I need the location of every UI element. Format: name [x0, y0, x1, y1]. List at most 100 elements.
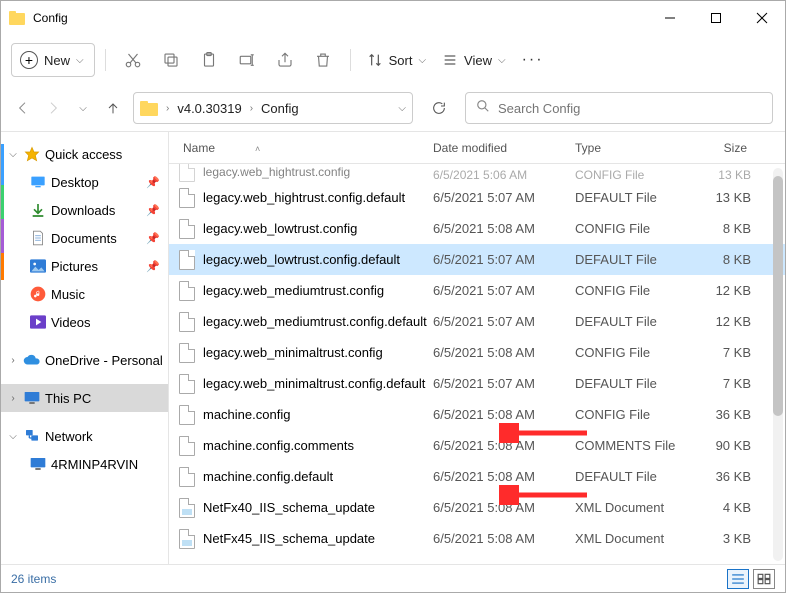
sidebar-network[interactable]: ⌵ Network	[1, 422, 168, 450]
file-size: 13 KB	[697, 190, 751, 205]
file-row[interactable]: legacy.web_hightrust.config.default6/5/2…	[169, 182, 785, 213]
desktop-icon	[29, 173, 47, 191]
sidebar-quick-access[interactable]: ⌵ Quick access	[1, 140, 168, 168]
col-size[interactable]: Size	[697, 141, 763, 155]
sidebar-this-pc[interactable]: › This PC	[1, 384, 168, 412]
sidebar-item-label: Network	[45, 429, 93, 444]
copy-button[interactable]	[154, 43, 188, 77]
file-icon	[179, 250, 195, 270]
file-row[interactable]: legacy.web_minimaltrust.config 6/5/2021 5…	[169, 337, 785, 368]
file-name: machine.config.comments	[203, 438, 354, 453]
chevron-right-icon: ›	[250, 103, 253, 114]
file-row[interactable]: legacy.web_mediumtrust.config6/5/2021 5:…	[169, 275, 785, 306]
file-name: legacy.web_minimaltrust.config	[203, 345, 383, 360]
file-list[interactable]: legacy.web_hightrust.config6/5/2021 5:06…	[169, 164, 785, 565]
file-icon	[179, 467, 195, 487]
videos-icon	[29, 313, 47, 331]
breadcrumb[interactable]: v4.0.30319	[177, 101, 241, 116]
file-name: legacy.web_mediumtrust.config	[203, 283, 384, 298]
file-row[interactable]: machine.config.default6/5/2021 5:08 AMDE…	[169, 461, 785, 492]
sidebar-item-desktop[interactable]: Desktop 📌	[1, 168, 168, 196]
music-icon	[29, 285, 47, 303]
cut-button[interactable]	[116, 43, 150, 77]
file-row[interactable]: legacy.web_hightrust.config6/5/2021 5:06…	[169, 164, 785, 182]
paste-button[interactable]	[192, 43, 226, 77]
file-name: legacy.web_lowtrust.config.default	[203, 252, 400, 267]
chevron-down-icon[interactable]: ⌵	[398, 103, 406, 114]
file-row[interactable]: legacy.web_minimaltrust.config.default6/…	[169, 368, 785, 399]
file-row[interactable]: legacy.web_mediumtrust.config.default6/5…	[169, 306, 785, 337]
file-row[interactable]: legacy.web_lowtrust.config.default6/5/20…	[169, 244, 785, 275]
sidebar-item-downloads[interactable]: Downloads 📌	[1, 196, 168, 224]
sidebar-network-computer[interactable]: 4RMINP4RVIN	[1, 450, 168, 478]
item-count: 26 items	[11, 572, 56, 586]
file-size: 12 KB	[697, 314, 751, 329]
chevron-down-icon: ⌵	[498, 55, 506, 66]
file-icon	[179, 164, 195, 182]
file-row[interactable]: legacy.web_lowtrust.config6/5/2021 5:08 …	[169, 213, 785, 244]
col-type[interactable]: Type	[575, 141, 697, 155]
minimize-button[interactable]	[647, 1, 693, 35]
file-row[interactable]: NetFx45_IIS_schema_update 6/5/2021 5:08 A…	[169, 523, 785, 554]
refresh-button[interactable]	[423, 92, 455, 124]
file-type: DEFAULT File	[575, 314, 697, 329]
rename-button[interactable]	[230, 43, 264, 77]
sidebar-item-label: Downloads	[51, 203, 115, 218]
search-box[interactable]	[465, 92, 773, 124]
back-button[interactable]	[13, 94, 33, 122]
thumbnails-view-button[interactable]	[753, 569, 775, 589]
sort-button[interactable]: Sort ⌵	[361, 43, 432, 77]
scroll-thumb[interactable]	[773, 176, 783, 416]
sidebar-item-pictures[interactable]: Pictures 📌	[1, 252, 168, 280]
document-icon	[29, 229, 47, 247]
sidebar-onedrive[interactable]: › OneDrive - Personal	[1, 346, 168, 374]
view-button[interactable]: View ⌵	[436, 43, 512, 77]
more-button[interactable]: ···	[516, 43, 550, 77]
file-type: CONFIG File	[575, 283, 697, 298]
pin-icon: 📌	[146, 204, 160, 217]
file-icon	[179, 436, 195, 456]
recent-button[interactable]: ⌵	[73, 94, 93, 122]
pictures-icon	[29, 257, 47, 275]
sidebar-item-documents[interactable]: Documents 📌	[1, 224, 168, 252]
file-size: 7 KB	[697, 345, 751, 360]
new-button[interactable]: + New ⌵	[11, 43, 95, 77]
file-date: 6/5/2021 5:06 AM	[433, 168, 575, 182]
forward-button[interactable]	[43, 94, 63, 122]
scrollbar[interactable]	[773, 168, 783, 561]
search-input[interactable]	[498, 101, 762, 116]
search-icon	[476, 99, 490, 118]
file-date: 6/5/2021 5:08 AM	[433, 531, 575, 546]
sort-label: Sort	[389, 53, 413, 68]
close-button[interactable]	[739, 1, 785, 35]
file-date: 6/5/2021 5:08 AM	[433, 500, 575, 515]
file-row[interactable]: machine.config6/5/2021 5:08 AMCONFIG Fil…	[169, 399, 785, 430]
pc-icon	[23, 389, 41, 407]
file-size: 13 KB	[697, 168, 751, 182]
file-icon	[179, 498, 195, 518]
file-name: NetFx45_IIS_schema_update	[203, 531, 375, 546]
sidebar-item-videos[interactable]: Videos	[1, 308, 168, 336]
file-row[interactable]: NetFx40_IIS_schema_update6/5/2021 5:08 A…	[169, 492, 785, 523]
sidebar-item-music[interactable]: Music	[1, 280, 168, 308]
file-date: 6/5/2021 5:08 AM	[433, 345, 575, 360]
col-name[interactable]: Name˄	[183, 141, 433, 155]
file-type: DEFAULT File	[575, 252, 697, 267]
details-view-button[interactable]	[727, 569, 749, 589]
toolbar: + New ⌵ Sort ⌵ View ⌵ ···	[1, 35, 785, 85]
col-date[interactable]: Date modified	[433, 141, 575, 155]
address-bar[interactable]: › v4.0.30319 › Config ⌵	[133, 92, 413, 124]
file-name: legacy.web_hightrust.config.default	[203, 190, 405, 205]
breadcrumb[interactable]: Config	[261, 101, 299, 116]
sidebar-item-label: This PC	[45, 391, 91, 406]
maximize-button[interactable]	[693, 1, 739, 35]
file-icon	[179, 374, 195, 394]
address-row: ⌵ › v4.0.30319 › Config ⌵	[1, 85, 785, 131]
file-row[interactable]: machine.config.comments6/5/2021 5:08 AMC…	[169, 430, 785, 461]
up-button[interactable]	[103, 94, 123, 122]
file-type: XML Document	[575, 500, 697, 515]
pc-icon	[29, 455, 47, 473]
delete-button[interactable]	[306, 43, 340, 77]
file-size: 12 KB	[697, 283, 751, 298]
share-button[interactable]	[268, 43, 302, 77]
